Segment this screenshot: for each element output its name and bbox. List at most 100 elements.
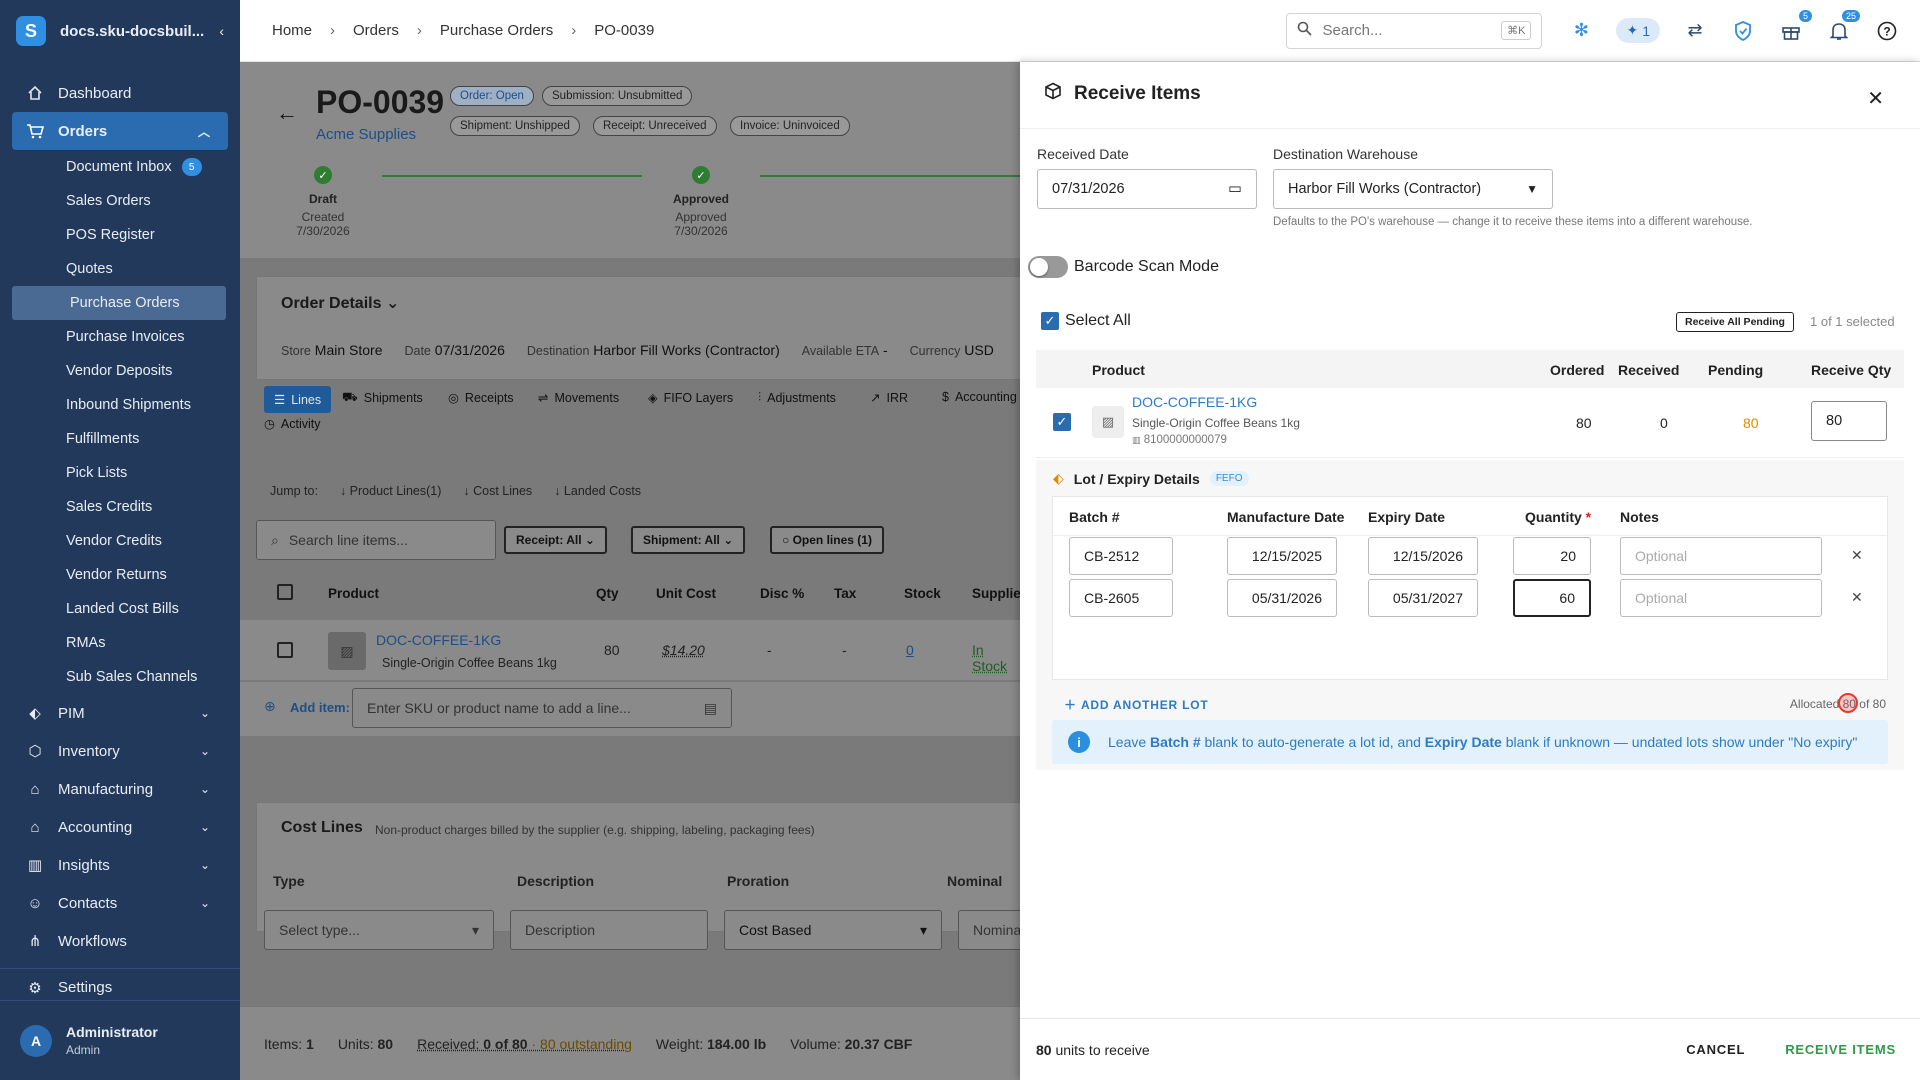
close-icon[interactable]: ✕ — [1867, 86, 1884, 111]
product-sku-link[interactable]: DOC-COFFEE-1KG — [1132, 394, 1257, 410]
jump-product-lines[interactable]: ↓ Product Lines(1) — [340, 484, 441, 498]
sidebar-subitem-vendor-credits[interactable]: Vendor Credits — [0, 524, 240, 558]
pending-value: 80 — [1743, 415, 1759, 431]
sidebar-subitem-purchase-orders[interactable]: Purchase Orders — [12, 286, 226, 320]
add-another-lot-button[interactable]: ＋ ADD ANOTHER LOT — [1064, 696, 1209, 713]
tab-fifo-layers[interactable]: ◈ FIFO Layers — [648, 390, 733, 406]
expiry-date-input[interactable]: 05/31/2027 — [1368, 579, 1478, 617]
global-search[interactable]: Search... ⌘K — [1286, 12, 1543, 49]
receive-items-button[interactable]: RECEIVE ITEMS — [1785, 1042, 1896, 1057]
help-icon[interactable]: ? — [1874, 18, 1900, 44]
sidebar-subitem-label: Vendor Returns — [66, 567, 167, 583]
batch-input[interactable]: CB-2605 — [1069, 579, 1173, 617]
shipment-filter[interactable]: Shipment: All ⌄ — [631, 526, 746, 554]
workspace-title[interactable]: docs.sku-docsbuil... — [60, 23, 205, 40]
manufacture-date-input[interactable]: 12/15/2025 — [1227, 537, 1337, 575]
ai-assistant-button[interactable]: ✦ 1 — [1616, 18, 1660, 43]
tab-accounting[interactable]: $ Accounting — [942, 390, 1017, 404]
receipt-filter[interactable]: Receipt: All ⌄ — [504, 526, 607, 554]
breadcrumb-home[interactable]: Home — [272, 22, 312, 39]
select-all-checkbox[interactable]: ✓ — [1041, 312, 1059, 330]
tab-shipments[interactable]: ⛟ Shipments — [342, 390, 423, 406]
sidebar-subitem-fulfillments[interactable]: Fulfillments — [0, 422, 240, 456]
row-checkbox[interactable] — [277, 642, 293, 658]
sidebar-subitem-pos-register[interactable]: POS Register — [0, 218, 240, 252]
vendor-link[interactable]: Acme Supplies — [316, 126, 416, 143]
order-details-toggle[interactable]: Order Details ⌄ — [281, 293, 399, 313]
snowflake-icon[interactable]: ✻ — [1568, 18, 1594, 44]
sidebar-item-workflows[interactable]: ⋔ Workflows — [0, 922, 240, 960]
jump-cost-lines[interactable]: ↓ Cost Lines — [463, 484, 532, 498]
remove-lot-icon[interactable]: ✕ — [1851, 589, 1863, 606]
sidebar-subitem-rmas[interactable]: RMAs — [0, 626, 240, 660]
sidebar-item-manufacturing[interactable]: ⌂ Manufacturing ⌄ — [0, 770, 240, 808]
sidebar-item-contacts[interactable]: ☺ Contacts ⌄ — [0, 884, 240, 922]
switch-icon[interactable]: ⇄ — [1682, 18, 1708, 44]
lines-table-header: Product Qty Unit Cost Disc % Tax Stock S… — [240, 572, 1020, 612]
cost-description-input[interactable]: Description — [510, 910, 708, 950]
sidebar-subitem-landed-cost-bills[interactable]: Landed Cost Bills — [0, 592, 240, 626]
add-item-input[interactable]: Enter SKU or product name to add a line.… — [352, 688, 732, 728]
sidebar-item-inventory[interactable]: ⬡ Inventory ⌄ — [0, 732, 240, 770]
tab-movements[interactable]: ⇌ Movements — [538, 390, 619, 406]
input-value: 60 — [1559, 590, 1575, 606]
received-date-input[interactable]: 07/31/2026 ▭ — [1037, 169, 1257, 209]
nominal-input[interactable]: Nomina — [958, 910, 1020, 950]
sidebar-item-pim[interactable]: ⬖ PIM ⌄ — [0, 694, 240, 732]
receive-qty-input[interactable]: 80 — [1811, 401, 1887, 441]
table-row[interactable]: ▨ DOC-COFFEE-1KG Single-Origin Coffee Be… — [240, 620, 1020, 680]
line-search-input[interactable]: ⌕ Search line items... — [256, 520, 496, 560]
jump-landed-costs[interactable]: ↓ Landed Costs — [554, 484, 641, 498]
sidebar-item-accounting[interactable]: ⌂ Accounting ⌄ — [0, 808, 240, 846]
manufacture-date-input[interactable]: 05/31/2026 — [1227, 579, 1337, 617]
tab-adjustments[interactable]: ⫶ Adjustments — [758, 390, 836, 405]
sidebar-subitem-quotes[interactable]: Quotes — [0, 252, 240, 286]
tab-lines[interactable]: ☰ Lines — [264, 386, 332, 413]
warehouse-select[interactable]: Harbor Fill Works (Contractor) ▼ — [1273, 169, 1553, 209]
quantity-input[interactable]: 20 — [1513, 537, 1591, 575]
breadcrumb-current: PO-0039 — [594, 22, 655, 39]
collapse-sidebar-icon[interactable]: ‹ — [219, 23, 224, 39]
sidebar-subitem-inbound-shipments[interactable]: Inbound Shipments — [0, 388, 240, 422]
shield-icon[interactable] — [1730, 18, 1756, 44]
tab-activity[interactable]: ◷ Activity — [264, 416, 321, 432]
sidebar-item-insights[interactable]: ▥ Insights ⌄ — [0, 846, 240, 884]
sidebar-subitem-document-inbox[interactable]: Document Inbox 5 — [0, 150, 240, 184]
breadcrumb-orders[interactable]: Orders — [353, 22, 399, 39]
select-all-lines[interactable] — [277, 584, 293, 600]
barcode-scan-icon[interactable]: ▤ — [704, 700, 717, 717]
sidebar-subitem-pick-lists[interactable]: Pick Lists — [0, 456, 240, 490]
batch-input[interactable]: CB-2512 — [1069, 537, 1173, 575]
line-stock[interactable]: 0 — [906, 642, 914, 658]
receive-all-pending-button[interactable]: Receive All Pending — [1676, 312, 1794, 332]
sidebar-item-orders[interactable]: Orders ︿ — [12, 112, 228, 150]
gift-icon[interactable]: 5 — [1778, 9, 1812, 44]
expiry-date-input[interactable]: 12/15/2026 — [1368, 537, 1478, 575]
notes-input[interactable]: Optional — [1620, 579, 1822, 617]
sidebar-subitem-sales-credits[interactable]: Sales Credits — [0, 490, 240, 524]
sidebar-subitem-sub-sales-channels[interactable]: Sub Sales Channels — [0, 660, 240, 694]
calendar-icon[interactable]: ▭ — [1228, 181, 1242, 197]
sidebar-subitem-vendor-deposits[interactable]: Vendor Deposits — [0, 354, 240, 388]
breadcrumb-purchase-orders[interactable]: Purchase Orders — [440, 22, 553, 39]
tab-irr[interactable]: ↗ IRR — [870, 390, 908, 406]
back-arrow-icon[interactable]: ← — [276, 100, 298, 126]
proration-select[interactable]: Cost Based ▾ — [724, 910, 942, 950]
user-profile[interactable]: A Administrator Admin — [0, 1000, 240, 1080]
cancel-button[interactable]: CANCEL — [1686, 1042, 1745, 1057]
notes-input[interactable]: Optional — [1620, 537, 1822, 575]
tab-receipts[interactable]: ◎ Receipts — [448, 390, 514, 406]
barcode-scan-toggle[interactable] — [1028, 256, 1068, 278]
sidebar-subitem-sales-orders[interactable]: Sales Orders — [0, 184, 240, 218]
product-sku-link[interactable]: DOC-COFFEE-1KG — [376, 632, 501, 648]
sidebar-subitem-purchase-invoices[interactable]: Purchase Invoices — [0, 320, 240, 354]
open-lines-filter[interactable]: ○ Open lines (1) — [770, 526, 884, 554]
quantity-input[interactable]: 60 — [1513, 579, 1591, 617]
line-unit-cost[interactable]: $14.20 — [662, 642, 705, 658]
row-checkbox[interactable]: ✓ — [1053, 413, 1071, 431]
remove-lot-icon[interactable]: ✕ — [1851, 547, 1863, 564]
sidebar-subitem-vendor-returns[interactable]: Vendor Returns — [0, 558, 240, 592]
cost-type-select[interactable]: Select type... ▾ — [264, 910, 494, 950]
bell-icon[interactable]: 25 — [1826, 9, 1860, 44]
sidebar-item-dashboard[interactable]: Dashboard — [0, 74, 240, 112]
